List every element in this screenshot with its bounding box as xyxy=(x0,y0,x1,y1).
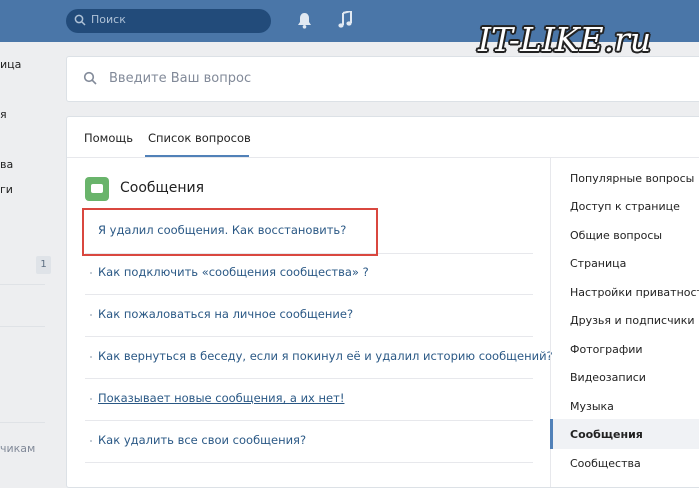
category-item[interactable]: Страница xyxy=(570,257,626,270)
question-link[interactable]: Как пожаловаться на личное сообщение? xyxy=(98,307,353,321)
bullet-dot xyxy=(90,356,92,358)
music-icon[interactable] xyxy=(338,11,353,29)
question-link[interactable]: Как подключить «сообщения сообщества» ? xyxy=(98,265,369,279)
tab-questions-list[interactable]: Список вопросов xyxy=(148,131,251,145)
category-item[interactable]: Видеозаписи xyxy=(570,371,646,384)
search-icon xyxy=(83,71,97,85)
category-item[interactable]: Фотографии xyxy=(570,343,643,356)
sidebar-item-fragment[interactable]: ва xyxy=(0,158,13,171)
active-tab-indicator xyxy=(145,155,249,157)
list-divider xyxy=(85,294,533,295)
bell-icon[interactable] xyxy=(297,12,312,29)
section-title: Сообщения xyxy=(120,180,205,196)
watermark-logo: IT-LIKE.ru xyxy=(478,20,652,59)
tabs-bar: Помощь Список вопросов xyxy=(67,117,699,158)
list-divider xyxy=(85,462,533,463)
left-sidebar: ица я ва ги 1 чикам xyxy=(0,42,60,472)
footer-link-fragment[interactable]: чикам xyxy=(0,442,35,455)
category-item-active[interactable]: Сообщения xyxy=(570,428,643,441)
category-item[interactable]: Настройки приватности xyxy=(570,286,699,299)
list-divider xyxy=(85,420,533,421)
category-item[interactable]: Музыка xyxy=(570,400,614,413)
category-item[interactable]: Общие вопросы xyxy=(570,229,662,242)
question-link[interactable]: Показывает новые сообщения, а их нет! xyxy=(98,391,344,405)
bullet-dot xyxy=(90,314,92,316)
sidebar-divider xyxy=(0,326,45,327)
sidebar-divider xyxy=(0,422,45,423)
sidebar-item-fragment[interactable]: ги xyxy=(0,183,13,196)
bullet-dot xyxy=(90,398,92,400)
search-icon xyxy=(74,14,86,26)
bullet-dot xyxy=(90,272,92,274)
categories-menu: Популярные вопросы Доступ к странице Общ… xyxy=(550,157,699,487)
help-search-input[interactable]: Введите Ваш вопрос xyxy=(66,56,699,102)
category-item[interactable]: Популярные вопросы xyxy=(570,172,694,185)
highlight-box xyxy=(82,208,378,256)
tab-help[interactable]: Помощь xyxy=(84,131,133,145)
global-search-input[interactable]: Поиск xyxy=(66,9,271,33)
help-content-card: Помощь Список вопросов Сообщения Я удали… xyxy=(66,116,699,488)
sidebar-item-fragment[interactable]: ица xyxy=(0,58,21,71)
question-link[interactable]: Как вернуться в беседу, если я покинул е… xyxy=(98,349,553,363)
list-divider xyxy=(85,336,533,337)
category-item[interactable]: Друзья и подписчики xyxy=(570,314,695,327)
global-search-placeholder: Поиск xyxy=(91,13,126,26)
active-category-indicator xyxy=(550,419,553,449)
question-link[interactable]: Как удалить все свои сообщения? xyxy=(98,433,306,447)
top-bar: Поиск IT-LIKE.ru xyxy=(0,0,699,59)
category-item[interactable]: Сообщества xyxy=(570,457,641,470)
category-item[interactable]: Доступ к странице xyxy=(570,200,680,213)
message-icon xyxy=(85,177,109,201)
counter-badge: 1 xyxy=(36,256,51,274)
help-search-placeholder: Введите Ваш вопрос xyxy=(109,71,252,86)
sidebar-divider xyxy=(0,284,45,285)
sidebar-item-fragment[interactable]: я xyxy=(0,108,7,121)
list-divider xyxy=(85,378,533,379)
bullet-dot xyxy=(90,440,92,442)
